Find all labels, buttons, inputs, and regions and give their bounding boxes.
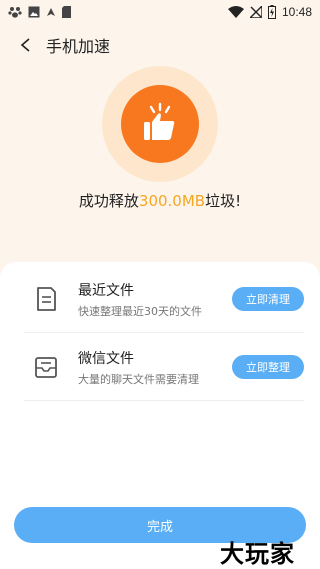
list-item-text: 微信文件 大量的聊天文件需要清理 [78,348,232,387]
page-title: 手机加速 [46,37,111,56]
back-button[interactable] [8,27,44,63]
hero-circle [121,85,199,163]
list-item-text: 最近文件 快速整理最近30天的文件 [78,280,232,319]
freed-amount: 300.0MB [138,192,206,210]
list-item-subtitle: 大量的聊天文件需要清理 [78,372,199,386]
result-message: 成功释放300.0MB垃圾! [0,190,320,211]
inbox-icon [35,357,57,378]
battery-charging-icon [267,5,276,19]
wifi-icon [227,6,244,18]
watermark: 大玩家 [220,540,295,568]
status-time: 10:48 [281,5,312,19]
list-item-title: 微信文件 [78,350,134,367]
navigation-icon [47,8,55,16]
no-signal-icon [249,6,262,18]
baidu-paw-icon [8,7,22,18]
organize-now-button[interactable]: 立即整理 [232,355,304,379]
result-suffix: 垃圾! [205,192,242,210]
list-item-recent-files: 最近文件 快速整理最近30天的文件 立即清理 [24,266,304,333]
list-item-wechat-files: 微信文件 大量的聊天文件需要清理 立即整理 [24,334,304,401]
status-bar-left-icons [8,5,71,19]
result-prefix: 成功释放 [78,192,139,210]
hero-badge [102,66,218,182]
list-item-title: 最近文件 [78,282,134,299]
status-bar: 10:48 [0,0,320,24]
list-item-subtitle: 快速整理最近30天的文件 [78,304,202,318]
clean-now-button[interactable]: 立即清理 [232,287,304,311]
back-arrow-icon [20,38,30,52]
status-bar-right-icons: 10:48 [227,5,312,19]
image-icon [28,6,40,18]
sim-icon [62,6,71,18]
top-bar: 手机加速 [0,26,320,64]
document-icon [37,287,56,311]
thumbs-up-icon [144,102,175,140]
